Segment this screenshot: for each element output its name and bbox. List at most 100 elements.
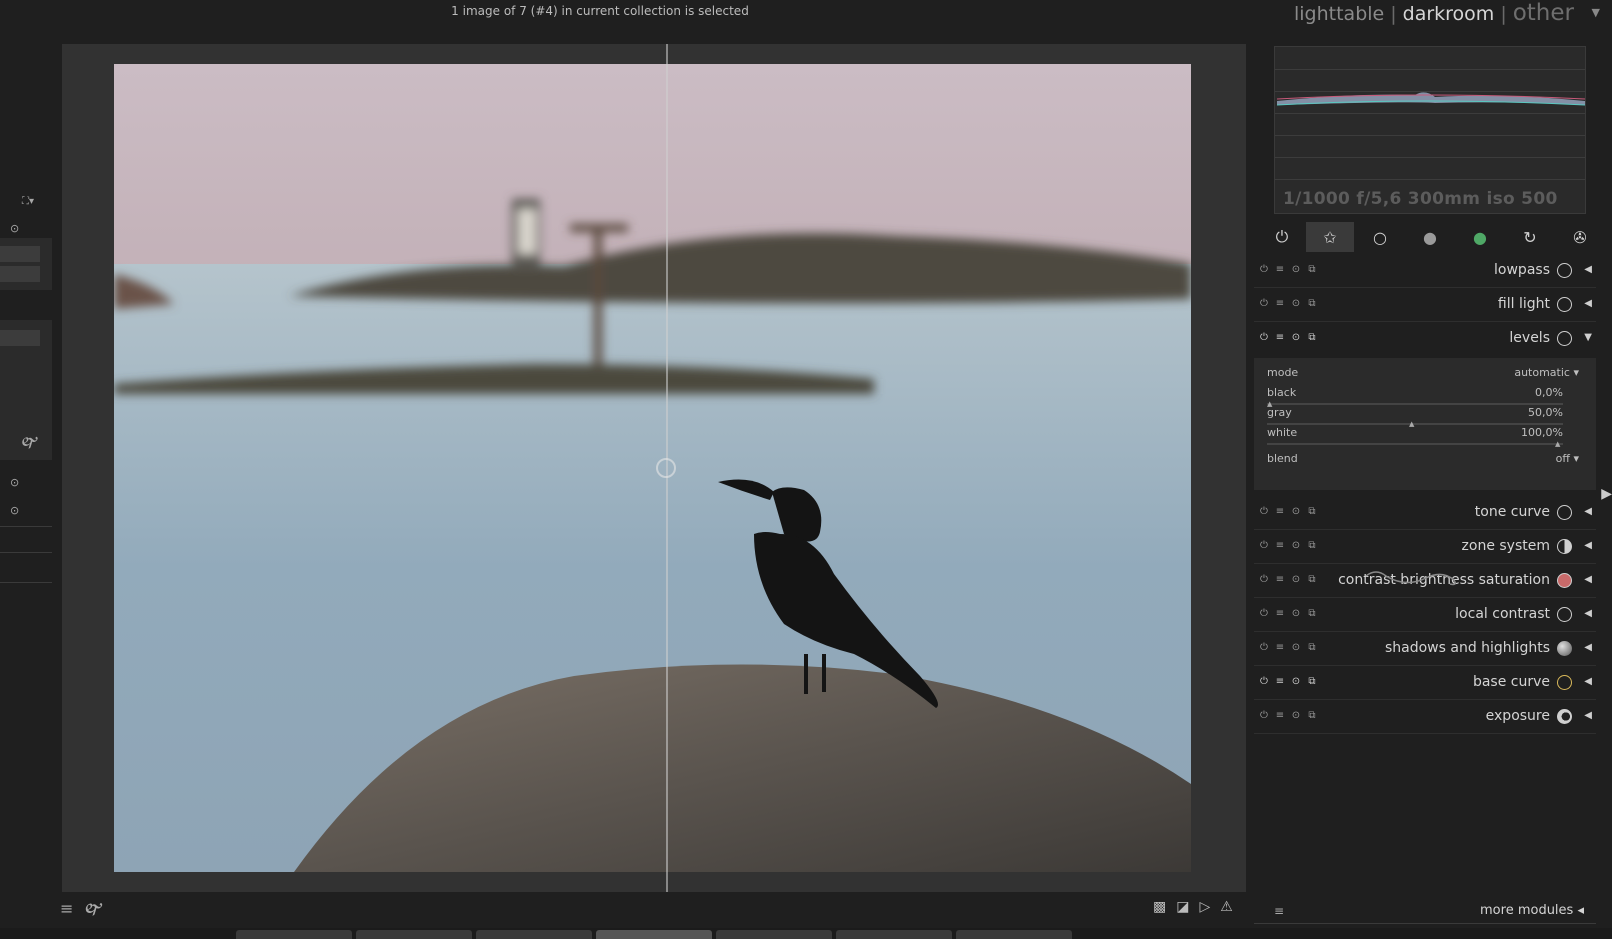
filmstrip-thumb[interactable] xyxy=(476,930,592,939)
reset-icon[interactable]: ⧉ xyxy=(1304,298,1320,309)
styles-icon[interactable]: 🙱 xyxy=(83,898,103,925)
instance-icon[interactable]: ⊙ xyxy=(1288,676,1304,687)
module-tone-curve[interactable]: ⏻ ≡ ⊙ ⧉ tone curve ◀ xyxy=(1254,496,1596,530)
view-darkroom[interactable]: darkroom xyxy=(1403,3,1495,25)
power-icon[interactable]: ⏻ xyxy=(1256,676,1272,687)
overexposure-icon[interactable]: ◪ xyxy=(1176,899,1189,915)
power-icon[interactable]: ⏻ xyxy=(1256,540,1272,551)
filmstrip-thumb[interactable] xyxy=(956,930,1072,939)
group-effect-icon[interactable]: ✇ xyxy=(1556,222,1604,252)
expand-arrow-icon[interactable]: ◀ xyxy=(1584,506,1592,517)
instance-icon[interactable]: ⊙ xyxy=(1288,710,1304,721)
presets-icon[interactable]: ≡ xyxy=(1272,332,1288,343)
gamut-check-icon[interactable]: ⚠ xyxy=(1220,899,1233,915)
presets-icon[interactable]: ≡ xyxy=(1272,710,1288,721)
split-rotate-handle[interactable] xyxy=(656,458,676,478)
instance-icon[interactable]: ⊙ xyxy=(1288,332,1304,343)
instance-icon[interactable]: ⊙ xyxy=(1288,608,1304,619)
group-correct-icon[interactable]: ↻ xyxy=(1506,222,1554,252)
instance-icon[interactable]: ⊙ xyxy=(1288,264,1304,275)
power-icon[interactable]: ⏻ xyxy=(1256,332,1272,343)
presets-icon[interactable]: ≡ xyxy=(1272,506,1288,517)
module-zone-system[interactable]: ⏻ ≡ ⊙ ⧉ zone system ◀ xyxy=(1254,530,1596,564)
filmstrip-thumb[interactable] xyxy=(836,930,952,939)
left-field[interactable] xyxy=(0,330,40,346)
instance-icon[interactable]: ⊙ xyxy=(1288,642,1304,653)
styles-icon[interactable]: 🙱 xyxy=(20,432,39,457)
levels-mode[interactable]: mode automatic ▾ xyxy=(1267,366,1579,379)
group-tone-icon[interactable]: ● xyxy=(1406,222,1454,252)
module-base-curve[interactable]: ⏻ ≡ ⊙ ⧉ base curve ◀ xyxy=(1254,666,1596,700)
presets-icon[interactable]: ≡ xyxy=(1272,642,1288,653)
instance-icon[interactable]: ⊙ xyxy=(1288,506,1304,517)
expand-arrow-icon[interactable]: ◀ xyxy=(1584,574,1592,585)
module-preset-icon[interactable]: ⊙ xyxy=(10,222,19,235)
module-fill-light[interactable]: ⏻ ≡ ⊙ ⧉ fill light ◀ xyxy=(1254,288,1596,322)
presets-icon[interactable]: ≡ xyxy=(1272,540,1288,551)
reset-icon[interactable]: ⧉ xyxy=(1304,710,1320,721)
image-canvas[interactable] xyxy=(62,44,1246,892)
module-shadows-highlights[interactable]: ⏻ ≡ ⊙ ⧉ shadows and highlights ◀ xyxy=(1254,632,1596,666)
black-slider[interactable]: black 0,0% ▲ xyxy=(1267,386,1563,408)
power-icon[interactable]: ⏻ xyxy=(1256,608,1272,619)
reset-icon[interactable]: ⧉ xyxy=(1304,506,1320,517)
module-local-contrast[interactable]: ⏻ ≡ ⊙ ⧉ local contrast ◀ xyxy=(1254,598,1596,632)
reset-icon[interactable]: ⧉ xyxy=(1304,608,1320,619)
expand-arrow-icon[interactable]: ◀ xyxy=(1584,540,1592,551)
softproof-icon[interactable]: ▷ xyxy=(1199,899,1210,915)
group-color-icon[interactable]: ● xyxy=(1456,222,1504,252)
more-modules[interactable]: ≡ more modules ◂ xyxy=(1254,902,1596,924)
power-icon[interactable]: ⏻ xyxy=(1256,298,1272,309)
filmstrip-thumb-selected[interactable] xyxy=(596,930,712,939)
views-dropdown-icon[interactable]: ▼ xyxy=(1592,6,1600,19)
module-exposure[interactable]: ⏻ ≡ ⊙ ⧉ exposure ◀ xyxy=(1254,700,1596,734)
power-icon[interactable]: ⏻ xyxy=(1256,574,1272,585)
left-field[interactable] xyxy=(0,266,40,282)
reset-icon[interactable]: ⧉ xyxy=(1304,642,1320,653)
expand-arrow-icon[interactable]: ◀ xyxy=(1584,608,1592,619)
presets-icon[interactable]: ≡ xyxy=(1272,574,1288,585)
group-favorites-icon[interactable]: ✩ xyxy=(1306,222,1354,252)
presets-icon[interactable]: ≡ xyxy=(1272,264,1288,275)
filmstrip-thumb[interactable] xyxy=(236,930,352,939)
reset-icon[interactable]: ⧉ xyxy=(1304,676,1320,687)
instance-icon[interactable]: ⊙ xyxy=(1288,574,1304,585)
zoom-fit-icon[interactable]: ⛶▾ xyxy=(22,196,34,207)
presets-icon[interactable]: ≡ xyxy=(1272,676,1288,687)
gray-slider[interactable]: gray 50,0% ▲ xyxy=(1267,406,1563,428)
blend-value[interactable]: off ▾ xyxy=(1556,452,1579,465)
power-icon[interactable]: ⏻ xyxy=(1256,642,1272,653)
mode-value[interactable]: automatic ▾ xyxy=(1514,366,1579,379)
power-icon[interactable]: ⏻ xyxy=(1256,506,1272,517)
color-picker-icon[interactable]: ▩ xyxy=(1153,899,1166,915)
filmstrip-thumb[interactable] xyxy=(716,930,832,939)
module-preset-icon[interactable]: ⊙ xyxy=(10,504,19,517)
menu-icon[interactable]: ≡ xyxy=(1274,904,1284,918)
presets-icon[interactable]: ≡ xyxy=(1272,298,1288,309)
view-lighttable[interactable]: lighttable xyxy=(1294,3,1384,25)
module-preset-icon[interactable]: ⊙ xyxy=(10,476,19,489)
group-basic-icon[interactable]: ○ xyxy=(1356,222,1404,252)
white-slider[interactable]: white 100,0% ▲ xyxy=(1267,426,1563,448)
left-field[interactable] xyxy=(0,246,40,262)
expand-arrow-icon[interactable]: ◀ xyxy=(1584,298,1592,309)
histogram[interactable]: 1/1000 f/5,6 300mm iso 500 xyxy=(1274,46,1586,214)
reset-icon[interactable]: ⧉ xyxy=(1304,332,1320,343)
group-active-icon[interactable]: ⏻ xyxy=(1258,222,1306,252)
levels-blend[interactable]: blend off ▾ xyxy=(1267,452,1579,465)
collapse-panel-icon[interactable]: ▶ xyxy=(1601,486,1612,502)
instance-icon[interactable]: ⊙ xyxy=(1288,540,1304,551)
instance-icon[interactable]: ⊙ xyxy=(1288,298,1304,309)
filmstrip-thumb[interactable] xyxy=(356,930,472,939)
expand-arrow-icon[interactable]: ◀ xyxy=(1584,710,1592,721)
module-lowpass[interactable]: ⏻ ≡ ⊙ ⧉ lowpass ◀ xyxy=(1254,254,1596,288)
expand-arrow-icon[interactable]: ◀ xyxy=(1584,264,1592,275)
power-icon[interactable]: ⏻ xyxy=(1256,264,1272,275)
power-icon[interactable]: ⏻ xyxy=(1256,710,1272,721)
menu-icon[interactable]: ≡ xyxy=(60,899,73,918)
slider-marker-icon[interactable]: ▲ xyxy=(1555,440,1560,448)
reset-icon[interactable]: ⧉ xyxy=(1304,540,1320,551)
collapse-arrow-icon[interactable]: ▼ xyxy=(1584,332,1592,343)
view-other[interactable]: other xyxy=(1513,0,1574,26)
reset-icon[interactable]: ⧉ xyxy=(1304,264,1320,275)
